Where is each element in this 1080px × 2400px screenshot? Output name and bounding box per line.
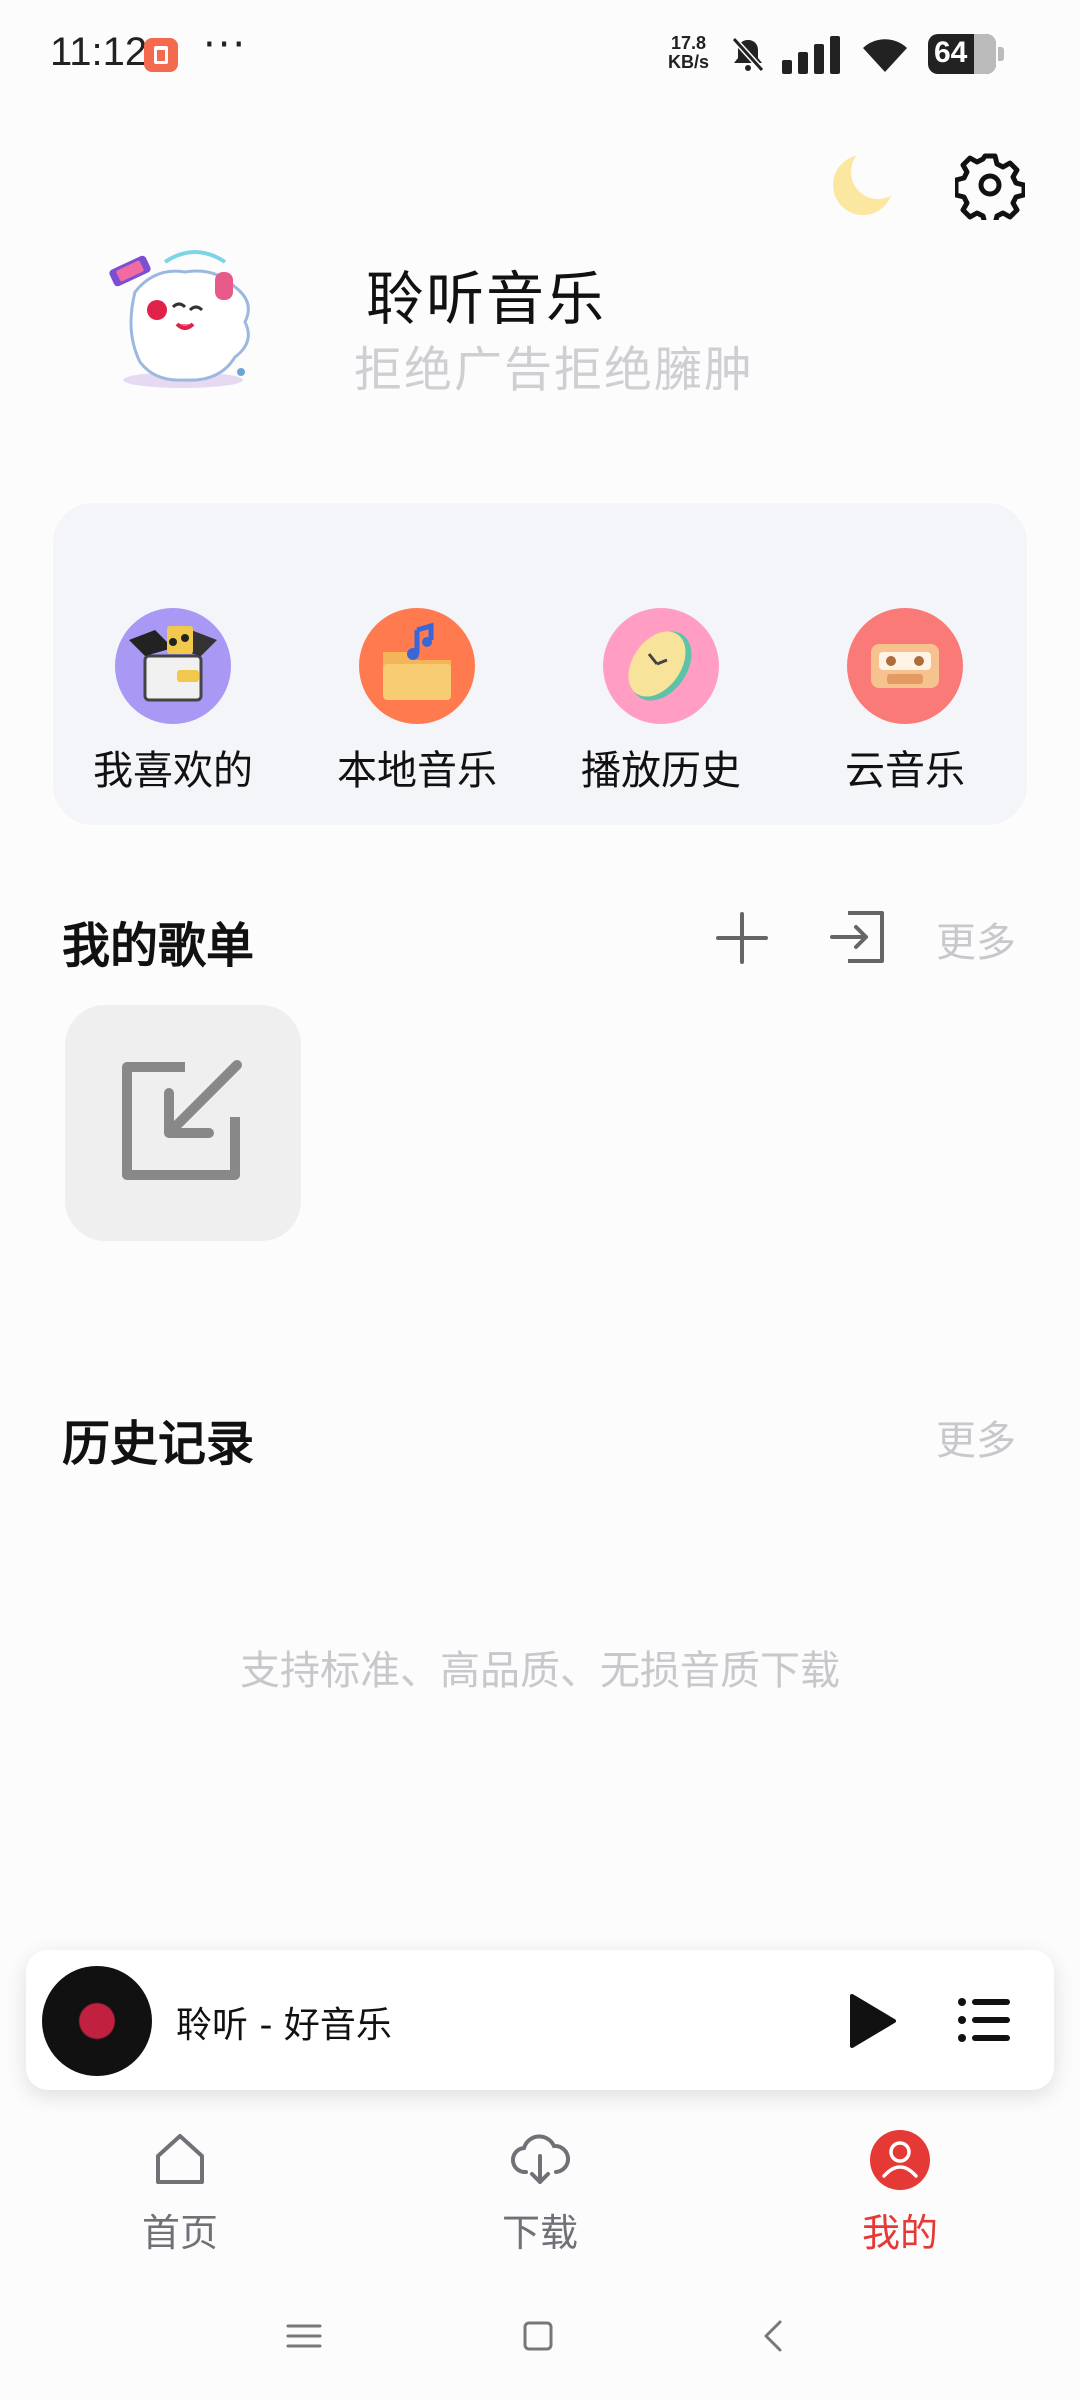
home-icon (156, 2134, 204, 2184)
battery-indicator: 64 (928, 34, 1004, 74)
settings-gear-icon[interactable] (955, 150, 1025, 220)
history-title: 历史记录 (62, 1416, 255, 1472)
album-disc[interactable] (42, 1966, 152, 2076)
cassette-icon (847, 608, 963, 724)
status-time: 11:12 (50, 30, 148, 74)
signal-icon (782, 36, 840, 74)
profile-icon (870, 2130, 930, 2190)
app-subtitle: 拒绝广告拒绝臃肿 (354, 342, 755, 398)
app-title: 聆听音乐 (366, 265, 607, 333)
nav-mine[interactable]: 我的 (800, 2128, 1000, 2257)
folder-music-icon (359, 608, 475, 724)
import-playlist-icon[interactable] (826, 905, 890, 969)
nav-home[interactable]: 首页 (80, 2128, 280, 2257)
quick-access-card: 我喜欢的 本地音乐 播放历史 云音乐 (53, 503, 1027, 825)
history-empty-hint: 支持标准、高品质、无损音质下载 (240, 1648, 840, 1694)
quick-local-music-label: 本地音乐 (337, 748, 497, 794)
notification-app-icon (144, 38, 178, 72)
quick-play-history-label: 播放历史 (581, 748, 741, 794)
menu-icon[interactable] (280, 2312, 328, 2360)
import-arrow-icon (122, 1060, 242, 1180)
nav-home-label: 首页 (141, 2211, 218, 2255)
more-notifications-icon: ··· (203, 22, 248, 68)
quick-cloud-music[interactable]: 云音乐 (815, 608, 995, 796)
mini-player[interactable]: 聆听 - 好音乐 (26, 1950, 1054, 2090)
nav-download-label: 下载 (501, 2211, 578, 2255)
add-playlist-icon[interactable] (712, 908, 772, 968)
heart-box-icon (115, 608, 231, 724)
quick-local-music[interactable]: 本地音乐 (327, 608, 507, 796)
back-icon[interactable] (750, 2312, 798, 2360)
nav-download[interactable]: 下载 (440, 2128, 640, 2257)
import-playlist-tile[interactable] (65, 1005, 301, 1241)
network-speed-value: 17.8 (670, 33, 707, 53)
play-icon[interactable] (842, 1992, 900, 2050)
nav-mine-label: 我的 (861, 2211, 938, 2255)
battery-level: 64 (934, 36, 968, 69)
home-square-icon[interactable] (514, 2312, 562, 2360)
quick-favorites[interactable]: 我喜欢的 (83, 608, 263, 796)
playlists-more-link[interactable]: 更多 (936, 910, 1016, 968)
history-more-link[interactable]: 更多 (936, 1408, 1016, 1466)
wifi-icon (863, 39, 907, 72)
quick-play-history[interactable]: 播放历史 (571, 608, 751, 796)
playlist-queue-icon[interactable] (956, 1994, 1012, 2046)
quick-cloud-music-label: 云音乐 (845, 748, 965, 794)
my-playlists-title: 我的歌单 (62, 918, 255, 974)
player-track-title: 聆听 - 好音乐 (176, 2005, 392, 2046)
cloud-download-icon (511, 2134, 570, 2184)
quick-favorites-label: 我喜欢的 (93, 748, 253, 794)
network-speed-unit: KB/s (668, 52, 710, 72)
bell-muted-icon (731, 36, 765, 73)
night-mode-icon[interactable] (828, 150, 898, 220)
network-speed: 17.8 KB/s (668, 34, 709, 72)
clock-icon (603, 608, 719, 724)
mascot-logo (109, 250, 250, 388)
